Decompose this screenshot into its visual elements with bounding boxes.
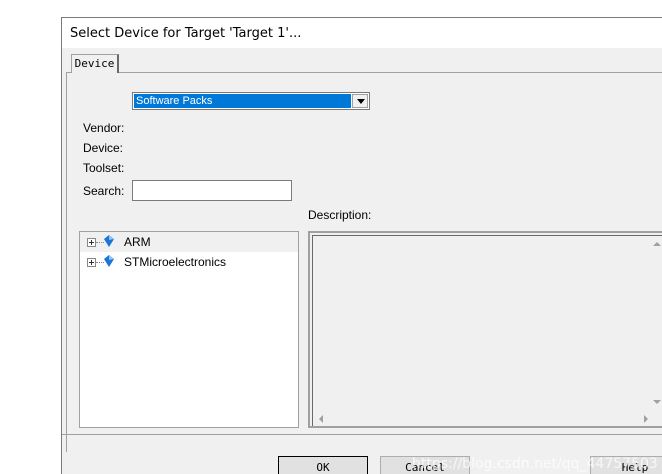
toolset-label: Toolset:	[83, 161, 125, 175]
vendor-label: Vendor:	[83, 121, 125, 135]
window-title: Select Device for Target 'Target 1'...	[70, 26, 302, 41]
description-content	[312, 235, 662, 426]
select-value: Software Packs	[134, 94, 351, 108]
device-database-select[interactable]: Software Packs	[132, 92, 370, 110]
scroll-up-icon[interactable]	[653, 242, 661, 246]
vendor-gem-icon	[104, 255, 114, 267]
device-label: Device:	[83, 141, 124, 155]
tree-item-arm[interactable]: ARM	[80, 232, 298, 252]
tree-item-label: STMicroelectronics	[124, 255, 227, 269]
description-label: Description:	[308, 208, 372, 222]
vendor-gem-icon	[104, 235, 114, 247]
tab-device[interactable]: Device	[71, 54, 119, 73]
expand-icon[interactable]	[87, 238, 96, 247]
description-box[interactable]	[308, 231, 662, 428]
tree-item-label: ARM	[124, 235, 151, 249]
horizontal-scrollbar[interactable]	[313, 411, 662, 426]
scroll-down-icon[interactable]	[653, 400, 661, 404]
title-bar: Select Device for Target 'Target 1'...	[62, 18, 662, 48]
tree-connector	[96, 262, 104, 263]
tree-connector	[96, 242, 104, 243]
chevron-down-icon[interactable]	[352, 94, 368, 108]
scroll-left-icon[interactable]	[319, 415, 323, 423]
tree-item-stmicroelectronics[interactable]: STMicroelectronics	[80, 252, 298, 272]
search-input[interactable]	[132, 180, 292, 201]
button-separator	[62, 434, 662, 435]
search-label: Search:	[83, 184, 125, 198]
ok-button[interactable]: OK	[278, 456, 368, 474]
expand-icon[interactable]	[87, 258, 96, 267]
select-device-dialog: Select Device for Target 'Target 1'... D…	[61, 17, 662, 474]
watermark-text: https://blog.csdn.net/qq_44757503	[412, 456, 658, 472]
scroll-right-icon[interactable]	[644, 415, 648, 423]
device-tree[interactable]: ARM STMicroelectronics	[79, 231, 299, 428]
